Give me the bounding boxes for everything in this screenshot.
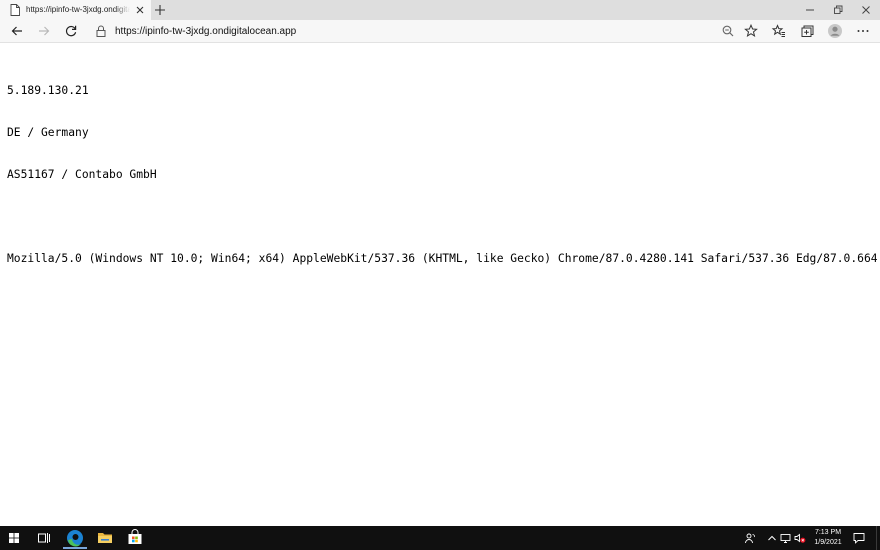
- clock-date: 1/9/2021: [814, 539, 842, 546]
- tab-strip: https://ipinfo-tw-3jxdg.ondigitalocean.a…: [0, 0, 880, 20]
- close-icon[interactable]: [858, 2, 874, 18]
- collections-icon[interactable]: [799, 23, 815, 39]
- forward-icon[interactable]: [36, 23, 52, 39]
- volume-muted-icon[interactable]: [794, 532, 806, 544]
- back-icon[interactable]: [9, 23, 25, 39]
- file-explorer-icon[interactable]: [90, 526, 120, 550]
- asn-line: AS51167 / Contabo GmbH: [7, 168, 157, 181]
- system-clock[interactable]: 7:13 PM 1/9/2021: [810, 528, 846, 548]
- profile-icon[interactable]: [827, 23, 843, 39]
- tab-close-icon[interactable]: [134, 4, 146, 16]
- page-icon: [10, 4, 20, 16]
- notification-icon[interactable]: [853, 532, 865, 544]
- network-icon[interactable]: [780, 532, 792, 544]
- page-content: 5.189.130.21 DE / Germany AS51167 / Cont…: [7, 56, 880, 280]
- clock-time: 7:13 PM: [814, 529, 842, 536]
- windows-start-icon[interactable]: [0, 526, 28, 550]
- restore-icon[interactable]: [830, 2, 846, 18]
- browser-toolbar: https://ipinfo-tw-3jxdg.ondigitalocean.a…: [0, 20, 880, 43]
- show-desktop-button[interactable]: [876, 526, 880, 550]
- people-icon[interactable]: [744, 532, 756, 544]
- more-icon[interactable]: [855, 23, 871, 39]
- new-tab-icon[interactable]: [153, 3, 167, 17]
- favorite-star-icon[interactable]: [743, 23, 759, 39]
- country-line: DE / Germany: [7, 126, 89, 139]
- minimize-icon[interactable]: [802, 2, 818, 18]
- zoom-icon[interactable]: [720, 23, 736, 39]
- chevron-up-icon[interactable]: [766, 532, 778, 544]
- taskbar: 7:13 PM 1/9/2021: [0, 526, 880, 550]
- ip-address: 5.189.130.21: [7, 84, 89, 97]
- edge-icon[interactable]: [60, 526, 90, 550]
- task-view-icon[interactable]: [30, 526, 58, 550]
- user-agent-line: Mozilla/5.0 (Windows NT 10.0; Win64; x64…: [7, 252, 880, 265]
- tab-title: https://ipinfo-tw-3jxdg.ondigitalocean.a…: [26, 5, 130, 14]
- favorites-icon[interactable]: [771, 23, 787, 39]
- lock-icon[interactable]: [95, 24, 107, 38]
- address-bar-url[interactable]: https://ipinfo-tw-3jxdg.ondigitalocean.a…: [115, 25, 296, 38]
- store-icon[interactable]: [120, 526, 150, 550]
- browser-tab[interactable]: https://ipinfo-tw-3jxdg.ondigitalocean.a…: [0, 0, 151, 20]
- refresh-icon[interactable]: [63, 23, 79, 39]
